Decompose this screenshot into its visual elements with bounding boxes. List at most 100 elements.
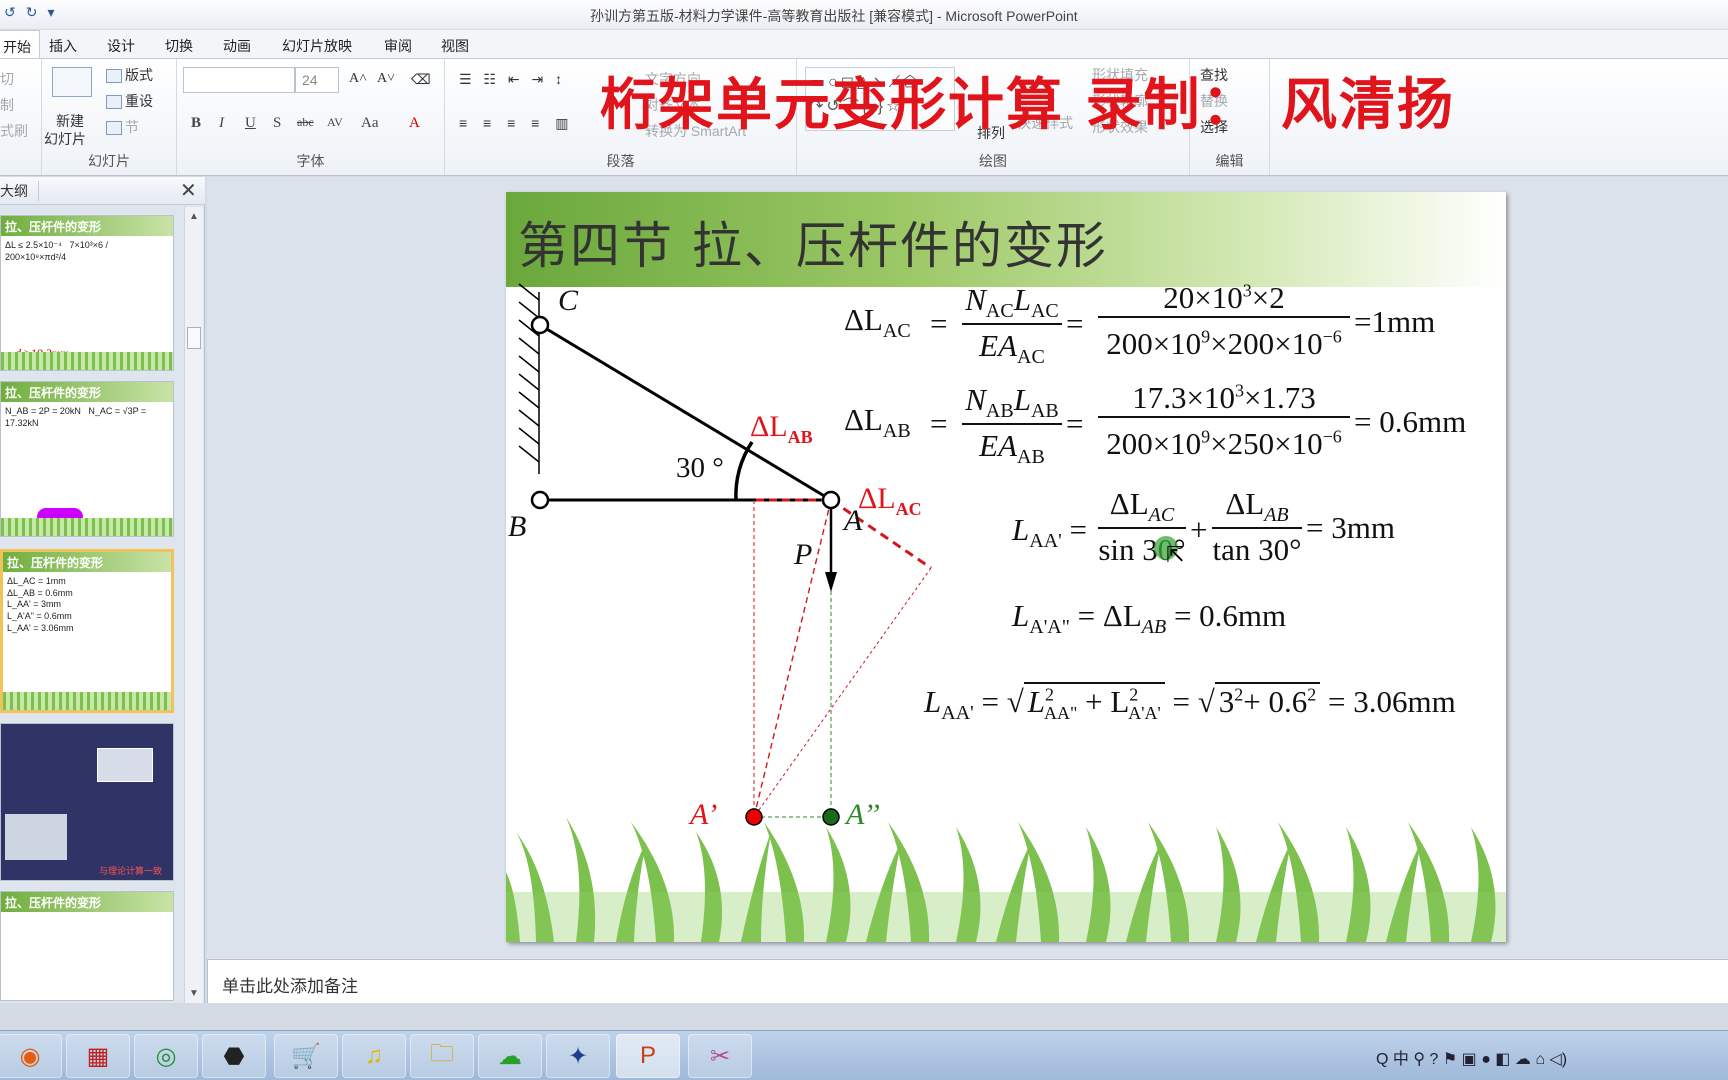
tray-icons[interactable]: Q 中 ⚲ ? ⚑ ▣ ● ◧ ☁ ⌂ ◁) [1376, 1045, 1567, 1069]
equation-delta-LAB: ΔLAB [844, 402, 911, 443]
equation-LAA-total: LAA' = √ L2AA" + L2A'A' = √ 32+ 0.62 = 3.0… [924, 682, 1456, 725]
redo-icon[interactable]: ↻ [26, 4, 38, 21]
label-angle: 30 ° [676, 452, 724, 484]
align-icons[interactable]: ≡ ≡ ≡ ≡ ▥ [459, 115, 574, 132]
new-slide-button[interactable]: 新建 [56, 111, 84, 131]
shrink-font-icon[interactable]: A˅ [377, 71, 395, 87]
notes-pane[interactable]: 单击此处添加备注 [207, 959, 1728, 1003]
italic-icon[interactable]: I [219, 115, 224, 132]
reset-icon [106, 95, 122, 110]
shadow-icon[interactable]: S [273, 115, 281, 132]
label-A-prime: A’ [690, 798, 718, 831]
eq2-equals: = [930, 406, 948, 441]
wall-hatching [518, 283, 540, 474]
notes-placeholder: 单击此处添加备注 [222, 977, 358, 996]
equation-delta-LAC: ΔLAC [844, 302, 911, 343]
thumbnail-title: 拉、压杆件的变形 [3, 552, 171, 572]
thumbnail-grass [1, 352, 173, 370]
eq2-value-numerator: 17.3×103×1.73 [1098, 380, 1350, 418]
layout-icon [106, 69, 122, 84]
store-icon[interactable]: 🛒 [274, 1034, 338, 1078]
tab-transitions[interactable]: 切换 [165, 36, 193, 56]
thumbnail-screenshot [5, 814, 67, 860]
eq3-result: = 3mm [1306, 510, 1395, 545]
layout-button[interactable]: 版式 [106, 65, 153, 85]
slides-group: 新建 幻灯片 版式 重设 节 幻灯片 [42, 59, 177, 175]
joint-A [821, 490, 841, 510]
scroll-up-icon[interactable]: ▲ [189, 211, 199, 222]
char-spacing-icon[interactable]: AV [327, 115, 343, 130]
tab-review[interactable]: 审阅 [384, 36, 412, 56]
app-grid-icon[interactable]: ▦ [66, 1034, 130, 1078]
tab-insert[interactable]: 插入 [49, 36, 77, 56]
wechat-icon[interactable]: ☁ [478, 1034, 542, 1078]
customize-qat-icon[interactable]: ▾ [47, 4, 54, 21]
list-icons[interactable]: ☰ ☷ ⇤ ⇥ ↕ [459, 71, 566, 88]
reset-button[interactable]: 重设 [106, 91, 153, 111]
tab-outline[interactable]: 大纲 [0, 181, 39, 201]
media-app-icon[interactable]: ✦ [546, 1034, 610, 1078]
thumbnail-result: 与理论计算一致 [99, 866, 163, 876]
copy-button[interactable]: 制 [0, 95, 14, 115]
3dsmax-icon[interactable]: ⬣ [202, 1034, 266, 1078]
window-title: 孙训方第五版-材料力学课件-高等教育出版社 [兼容模式] - Microsoft… [590, 8, 1078, 24]
eq1-value-numerator: 20×103×2 [1098, 280, 1350, 318]
firefox-icon[interactable]: ◉ [0, 1034, 62, 1078]
undo-icon[interactable]: ↺ [4, 4, 16, 21]
equation-LAA: LAA' = [1012, 512, 1087, 553]
slide-thumbnail-2[interactable]: 拉、压杆件的变形 N_AB = 2P = 20kN N_AC = √3P = 1… [0, 381, 174, 537]
thumbnail-dialog [97, 748, 153, 782]
close-panel-icon[interactable]: ✕ [180, 178, 197, 203]
format-painter-button[interactable]: 式刷 [0, 121, 28, 141]
font-group: 24 A˄ A˅ ⌫ B I U S abc AV Aa A 字体 [177, 59, 445, 175]
dashed-line-AAprime [753, 499, 832, 818]
label-P: P [794, 538, 813, 571]
snipping-tool-icon[interactable]: ✂ [688, 1034, 752, 1078]
eq2-equals-2: = [1066, 406, 1084, 441]
eq2-numerator: NABLAB [962, 382, 1062, 426]
tab-view[interactable]: 视图 [441, 36, 469, 56]
tab-home[interactable]: 开始 [0, 30, 40, 59]
underline-icon[interactable]: U [245, 115, 256, 132]
music-icon[interactable]: ♫ [342, 1034, 406, 1078]
eq1-denominator: EAAC [979, 328, 1045, 369]
tab-animations[interactable]: 动画 [223, 36, 251, 56]
slide-thumbnail-4[interactable]: 与理论计算一致 [0, 723, 174, 881]
label-delta-LAB: ΔLAB [750, 410, 813, 447]
font-color-icon[interactable]: A [409, 115, 420, 132]
strikethrough-icon[interactable]: abc [297, 115, 314, 130]
grass-base [506, 892, 1506, 942]
tab-design[interactable]: 设计 [107, 36, 135, 56]
scroll-down-icon[interactable]: ▼ [189, 988, 199, 999]
new-slide-icon[interactable] [52, 67, 92, 97]
cut-button[interactable]: 切 [0, 69, 14, 89]
chrome-icon[interactable]: ◎ [134, 1034, 198, 1078]
font-size-combo[interactable]: 24 [295, 67, 339, 93]
thumbnail-scrollbar[interactable]: ▲ ▼ [184, 207, 203, 1003]
powerpoint-icon[interactable]: P [616, 1034, 680, 1078]
bold-icon[interactable]: B [191, 115, 201, 132]
ribbon-tabs: 开始 插入 设计 切换 动画 幻灯片放映 审阅 视图 [0, 30, 1728, 59]
folder-icon[interactable]: 🗀 [410, 1034, 474, 1078]
eq2-denominator: EAAB [979, 428, 1045, 469]
eq1-result: =1mm [1354, 304, 1436, 339]
grow-font-icon[interactable]: A˄ [349, 71, 367, 87]
label-B: B [508, 510, 527, 543]
new-slide-dropdown[interactable]: 幻灯片 [44, 129, 86, 149]
eq5-radicand-2: 32+ 0.62 [1214, 682, 1321, 719]
slide-thumbnail-3-selected[interactable]: 拉、压杆件的变形 ΔL_AC = 1mm ΔL_AB = 0.6mm L_AA' =… [0, 549, 174, 713]
thumbnail-body: ΔL_AC = 1mm ΔL_AB = 0.6mm L_AA' = 3mm L_A'A… [7, 576, 74, 633]
slide-thumbnail-1[interactable]: 拉、压杆件的变形 ΔL ≤ 2.5×10⁻⁴ 7×10³×6 / 200×10⁹… [0, 215, 174, 371]
slide-canvas[interactable]: 第四节 拉、压杆件的变形 C B A P A’ A’’ 30 ° ΔLAB ΔL… [506, 192, 1506, 942]
slide-thumbnail-panel: 大纲 ✕ 拉、压杆件的变形 ΔL ≤ 2.5×10⁻⁴ 7×10³×6 / 20… [0, 177, 205, 1003]
tab-slideshow[interactable]: 幻灯片放映 [282, 36, 352, 56]
drawing-group-label: 绘图 [979, 153, 1007, 169]
clear-format-icon[interactable]: ⌫ [411, 71, 431, 88]
slide-thumbnail-5[interactable]: 拉、压杆件的变形 [0, 891, 174, 1001]
load-arrow-head [825, 572, 837, 592]
scrollbar-thumb[interactable] [187, 327, 201, 349]
thumbnail-body: ΔL ≤ 2.5×10⁻⁴ 7×10³×6 / 200×10⁹×πd²/4 [5, 240, 109, 262]
font-name-combo[interactable] [183, 67, 295, 93]
change-case-icon[interactable]: Aa [361, 115, 379, 132]
section-button[interactable]: 节 [106, 117, 139, 137]
